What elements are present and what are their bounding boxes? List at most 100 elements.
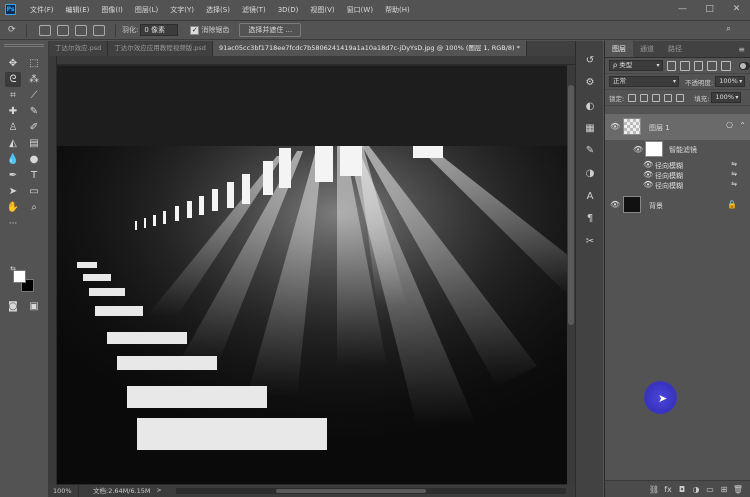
new-selection-icon[interactable] bbox=[39, 24, 51, 36]
document-image[interactable] bbox=[57, 66, 569, 484]
lasso-tool-preset-icon[interactable]: ⟳ bbox=[8, 25, 20, 36]
select-and-mask-button[interactable]: 选择并遮住 ... bbox=[239, 23, 302, 37]
smart-filters-eye-icon[interactable]: 👁 bbox=[633, 145, 643, 155]
filter-options-icon[interactable]: ⇋ bbox=[731, 160, 737, 168]
filter-eye-icon[interactable]: 👁 bbox=[643, 180, 653, 190]
brush-icon[interactable]: ✎ bbox=[26, 104, 42, 119]
history-brush-icon[interactable]: ✐ bbox=[26, 120, 42, 135]
layer-row-background[interactable]: 👁 背景 🔒 bbox=[605, 194, 750, 216]
close-button[interactable]: ✕ bbox=[723, 0, 750, 19]
filter-options-icon[interactable]: ⇋ bbox=[731, 170, 737, 178]
brush-settings-icon[interactable]: ✎ bbox=[583, 143, 597, 157]
filter-eye-icon[interactable]: 👁 bbox=[643, 170, 653, 180]
gradient-icon[interactable]: ▤ bbox=[26, 136, 42, 151]
menu-view[interactable]: 视图(V) bbox=[304, 5, 340, 15]
blend-mode-dropdown[interactable]: 正常 bbox=[609, 76, 679, 87]
crop-icon[interactable]: ⌗ bbox=[5, 88, 21, 103]
lock-all-icon[interactable] bbox=[676, 93, 685, 102]
link-layers-icon[interactable]: ⛓ bbox=[647, 485, 661, 494]
menu-help[interactable]: 帮助(H) bbox=[379, 5, 416, 15]
canvas-area[interactable] bbox=[49, 56, 575, 485]
filter-row-2[interactable]: 👁 径向模糊 ⇋ bbox=[605, 170, 750, 180]
type-icon[interactable]: T bbox=[26, 168, 42, 183]
healing-icon[interactable]: ✚ bbox=[5, 104, 21, 119]
visibility-eye-icon[interactable]: 👁 bbox=[610, 122, 620, 132]
opacity-input[interactable]: 100% bbox=[715, 76, 746, 87]
filter-row-3[interactable]: 👁 径向模糊 ⇋ bbox=[605, 180, 750, 190]
adjustment-layer-icon[interactable]: ◑ bbox=[689, 485, 703, 494]
foreground-color-swatch[interactable] bbox=[13, 270, 26, 283]
lock-position-icon[interactable] bbox=[652, 93, 661, 102]
path-select-icon[interactable]: ➤ bbox=[5, 184, 21, 199]
filter-options-icon[interactable]: ⇋ bbox=[731, 180, 737, 188]
menu-edit[interactable]: 编辑(E) bbox=[60, 5, 96, 15]
screenmode-icon[interactable]: ▣ bbox=[26, 299, 42, 314]
stamp-icon[interactable]: ♙ bbox=[5, 120, 21, 135]
type-filter-icon[interactable] bbox=[693, 60, 704, 71]
menu-file[interactable]: 文件(F) bbox=[24, 5, 60, 15]
filter-name[interactable]: 径向模糊 bbox=[655, 181, 683, 191]
minimize-button[interactable]: — bbox=[669, 0, 696, 19]
tab-layers[interactable]: 图层 bbox=[605, 41, 633, 57]
marquee-icon[interactable]: ⬚ bbox=[26, 56, 42, 71]
filter-eye-icon[interactable]: 👁 bbox=[643, 160, 653, 170]
menu-image[interactable]: 图像(I) bbox=[95, 5, 129, 15]
menu-select[interactable]: 选择(S) bbox=[200, 5, 236, 15]
eraser-icon[interactable]: ◭ bbox=[5, 136, 21, 151]
zoom-level[interactable]: 100% bbox=[49, 485, 79, 497]
new-group-icon[interactable]: ▭ bbox=[703, 485, 717, 494]
add-mask-icon[interactable]: ◘ bbox=[675, 485, 689, 494]
tab-document-1[interactable]: 丁达尔效应.psd bbox=[49, 41, 109, 56]
subtract-selection-icon[interactable] bbox=[75, 24, 87, 36]
hand-icon[interactable]: ✋ bbox=[5, 200, 21, 215]
tab-paths[interactable]: 路径 bbox=[661, 41, 689, 57]
lock-pixels-icon[interactable] bbox=[640, 93, 649, 102]
status-menu-arrow[interactable]: > bbox=[157, 485, 162, 497]
adjustment-filter-icon[interactable] bbox=[680, 60, 690, 71]
pixel-filter-icon[interactable] bbox=[666, 60, 677, 71]
dodge-icon[interactable]: ● bbox=[26, 152, 42, 167]
layer-style-icon[interactable]: fx bbox=[661, 485, 675, 494]
panel-menu-icon[interactable]: ≡ bbox=[738, 41, 750, 57]
quick-select-icon[interactable]: ⁂ bbox=[26, 72, 42, 87]
filter-kind-dropdown[interactable]: ρ 类型 bbox=[609, 60, 663, 71]
character-icon[interactable]: A bbox=[583, 189, 597, 203]
zoom-icon[interactable]: ⌕ bbox=[26, 200, 42, 215]
color-icon[interactable]: ◐ bbox=[583, 99, 597, 113]
lock-transparent-icon[interactable] bbox=[628, 93, 637, 102]
lock-artboard-icon[interactable] bbox=[664, 93, 673, 102]
layer-name[interactable]: 背景 bbox=[649, 201, 663, 211]
filter-row-1[interactable]: 👁 径向模糊 ⇋ bbox=[605, 160, 750, 170]
edit-toolbar-icon[interactable]: ··· bbox=[5, 216, 21, 231]
vertical-scroll-thumb[interactable] bbox=[568, 85, 574, 325]
collapse-icon[interactable]: ⌃ bbox=[739, 121, 746, 130]
fill-input[interactable]: 100% bbox=[711, 92, 742, 103]
menu-3d[interactable]: 3D(D) bbox=[272, 6, 305, 14]
move-icon[interactable]: ✥ bbox=[5, 56, 21, 71]
menu-layer[interactable]: 图层(L) bbox=[129, 5, 164, 15]
swatches-icon[interactable]: ▦ bbox=[583, 121, 597, 135]
horizontal-scrollbar[interactable] bbox=[176, 488, 566, 494]
search-icon[interactable]: ⌕ bbox=[726, 24, 740, 36]
history-icon[interactable]: ↺ bbox=[583, 53, 597, 67]
delete-layer-icon[interactable]: 🗑 bbox=[731, 485, 745, 494]
vertical-scrollbar[interactable] bbox=[567, 65, 575, 485]
quick-mask-icon[interactable]: ◙ bbox=[5, 299, 21, 314]
menu-type[interactable]: 文字(Y) bbox=[164, 5, 200, 15]
visibility-eye-icon[interactable]: 👁 bbox=[610, 200, 620, 210]
add-selection-icon[interactable] bbox=[57, 24, 69, 36]
menu-window[interactable]: 窗口(W) bbox=[341, 5, 379, 15]
properties-icon[interactable]: ⚙ bbox=[583, 75, 597, 89]
new-layer-icon[interactable]: ⊞ bbox=[717, 485, 731, 494]
lasso-icon[interactable]: ᘓ bbox=[5, 72, 21, 87]
layer-row-1[interactable]: 👁 图层 1 ⎔ ⌃ bbox=[605, 114, 750, 140]
shape-icon[interactable]: ▭ bbox=[26, 184, 42, 199]
filter-toggle[interactable] bbox=[738, 61, 750, 70]
antialias-checkbox[interactable]: ✓ bbox=[190, 25, 200, 35]
tab-channels[interactable]: 通道 bbox=[633, 41, 661, 57]
menu-filter[interactable]: 滤镜(T) bbox=[236, 5, 272, 15]
tab-document-active[interactable]: 91ac05cc3bf1718ee7fcdc7b5806241419a1a10a… bbox=[212, 41, 527, 56]
tab-document-2[interactable]: 丁达尔效应应用教程视频版.psd bbox=[108, 41, 213, 56]
tool-presets-icon[interactable]: ✂ bbox=[583, 234, 597, 248]
maximize-button[interactable]: □ bbox=[696, 0, 723, 19]
